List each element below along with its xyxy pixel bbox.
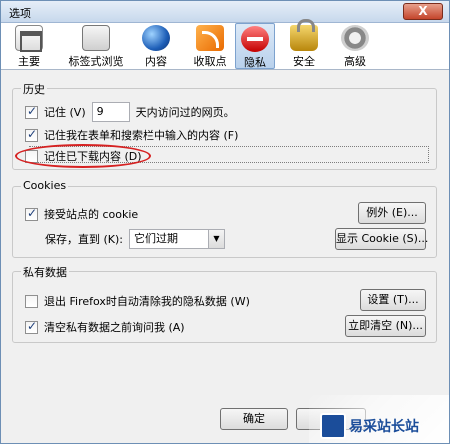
chevron-down-icon[interactable]: ▼ xyxy=(208,230,224,248)
accept-cookies-row: 接受站点的 cookie xyxy=(25,206,138,222)
padlock-icon xyxy=(290,19,318,51)
close-button[interactable]: X xyxy=(403,3,443,20)
general-icon xyxy=(15,25,43,52)
feed-icon xyxy=(196,25,224,51)
remember-forms-label: 记住我在表单和搜索栏中输入的内容 (F) xyxy=(44,129,239,142)
remember-history-label: 记住 (V) xyxy=(44,106,86,119)
history-days-suffix: 天内访问过的网页。 xyxy=(135,106,235,119)
settings-button[interactable]: 设置 (T)... xyxy=(360,289,426,311)
remember-forms-row: 记住我在表单和搜索栏中输入的内容 (F) xyxy=(25,127,238,143)
history-group-title: 历史 xyxy=(21,81,47,97)
keep-cookies-row: 保存，直到 (K): 它们过期 ▼ xyxy=(45,229,225,249)
tab-general[interactable]: 主要 xyxy=(9,23,49,69)
exceptions-button[interactable]: 例外 (E)... xyxy=(358,202,426,224)
remember-forms-checkbox[interactable] xyxy=(25,127,38,142)
red-highlight-ellipse xyxy=(15,144,151,168)
tab-toolbar: 主要 标签式浏览 内容 收取点 隐私 安全 高级 xyxy=(1,19,449,70)
clear-now-button[interactable]: 立即清空 (N)... xyxy=(345,315,426,337)
gear-icon xyxy=(341,25,369,51)
content-globe-icon xyxy=(142,25,170,51)
clear-on-exit-row: 退出 Firefox时自动清除我的隐私数据 (W) xyxy=(25,293,250,309)
tabs-icon xyxy=(82,25,110,51)
ask-before-clear-checkbox[interactable] xyxy=(25,319,38,334)
tab-security[interactable]: 安全 xyxy=(286,19,322,69)
remember-history-row: 记住 (V) 9 天内访问过的网页。 xyxy=(25,102,235,122)
title-bar: 选项 X xyxy=(1,1,449,23)
privacy-icon xyxy=(241,26,269,52)
private-data-group-title: 私有数据 xyxy=(21,264,69,280)
ok-button[interactable]: 确定 xyxy=(220,408,288,430)
cookies-group-title: Cookies xyxy=(21,179,69,192)
history-days-input[interactable]: 9 xyxy=(91,102,130,122)
clear-on-exit-label: 退出 Firefox时自动清除我的隐私数据 (W) xyxy=(44,295,250,308)
tab-tabbed-browsing[interactable]: 标签式浏览 xyxy=(63,23,129,69)
ask-before-clear-label: 清空私有数据之前询问我 (A) xyxy=(44,321,185,334)
ask-before-clear-row: 清空私有数据之前询问我 (A) xyxy=(25,319,185,335)
remember-history-checkbox[interactable] xyxy=(25,104,38,119)
watermark-logo-icon xyxy=(320,413,346,439)
tab-advanced[interactable]: 高级 xyxy=(335,23,375,69)
options-dialog: 选项 X 主要 标签式浏览 内容 收取点 隐私 安全 高级 历史 ✓ 记住 (V… xyxy=(0,0,450,444)
tab-content[interactable]: 内容 xyxy=(139,23,173,69)
accept-cookies-label: 接受站点的 cookie xyxy=(44,208,139,221)
accept-cookies-checkbox[interactable] xyxy=(25,206,38,221)
window-title: 选项 xyxy=(9,7,31,20)
tab-feeds[interactable]: 收取点 xyxy=(187,23,233,69)
show-cookies-button[interactable]: 显示 Cookie (S)... xyxy=(335,228,428,250)
keep-until-select[interactable]: 它们过期 ▼ xyxy=(129,229,225,249)
tab-privacy[interactable]: 隐私 xyxy=(235,23,275,69)
watermark-text: 易采站长站 xyxy=(349,419,419,435)
keep-until-label: 保存，直到 (K): xyxy=(45,233,123,246)
clear-on-exit-checkbox[interactable] xyxy=(25,294,38,308)
